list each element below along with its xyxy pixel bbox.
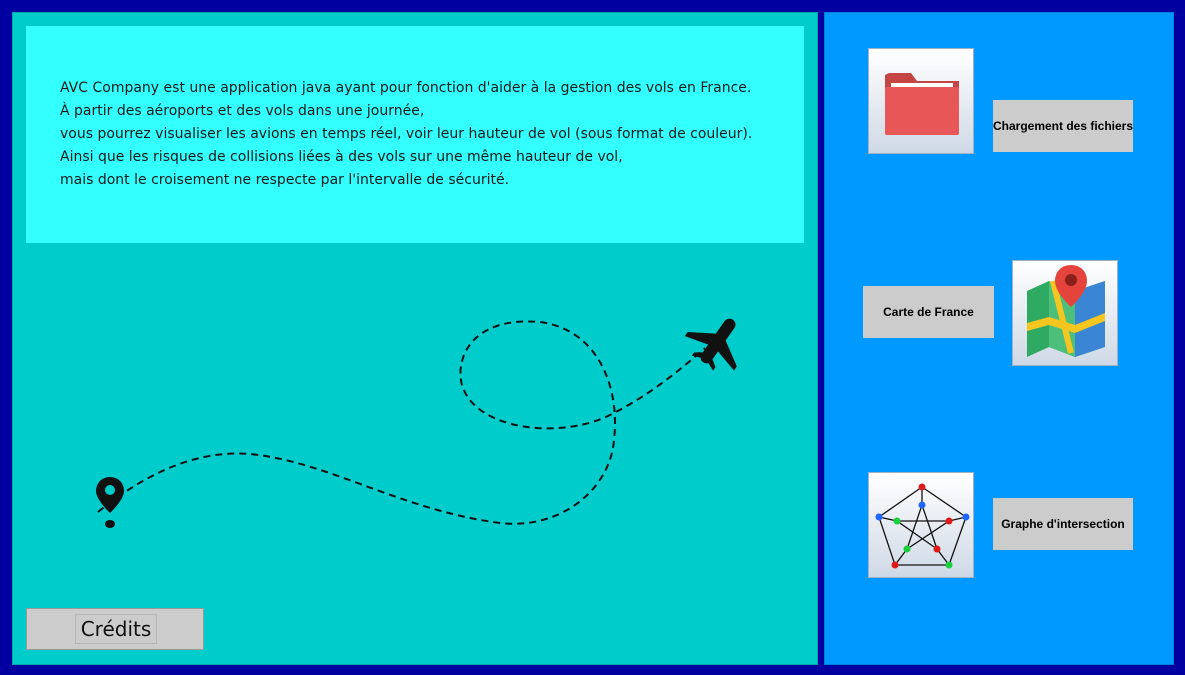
graph-icon bbox=[875, 483, 970, 569]
map-france-icon-button[interactable] bbox=[1012, 260, 1118, 366]
map-icon bbox=[1027, 265, 1105, 357]
load-files-icon-button[interactable] bbox=[868, 48, 974, 154]
folder-icon bbox=[885, 73, 959, 135]
dashed-flight-path bbox=[97, 320, 706, 525]
side-panel: Chargement des fichiers Carte de France bbox=[824, 12, 1174, 665]
main-panel: AVC Company est une application java aya… bbox=[12, 12, 818, 665]
intersection-graph-icon-button[interactable] bbox=[868, 472, 974, 578]
credits-button[interactable]: Crédits bbox=[26, 608, 204, 650]
credits-label: Crédits bbox=[75, 614, 157, 644]
load-files-button[interactable]: Chargement des fichiers bbox=[993, 100, 1133, 152]
location-pin-icon bbox=[96, 477, 124, 528]
map-france-button[interactable]: Carte de France bbox=[863, 286, 994, 338]
airplane-icon bbox=[684, 318, 737, 371]
flight-path-illustration bbox=[96, 318, 737, 528]
intersection-graph-button[interactable]: Graphe d'intersection bbox=[993, 498, 1133, 550]
